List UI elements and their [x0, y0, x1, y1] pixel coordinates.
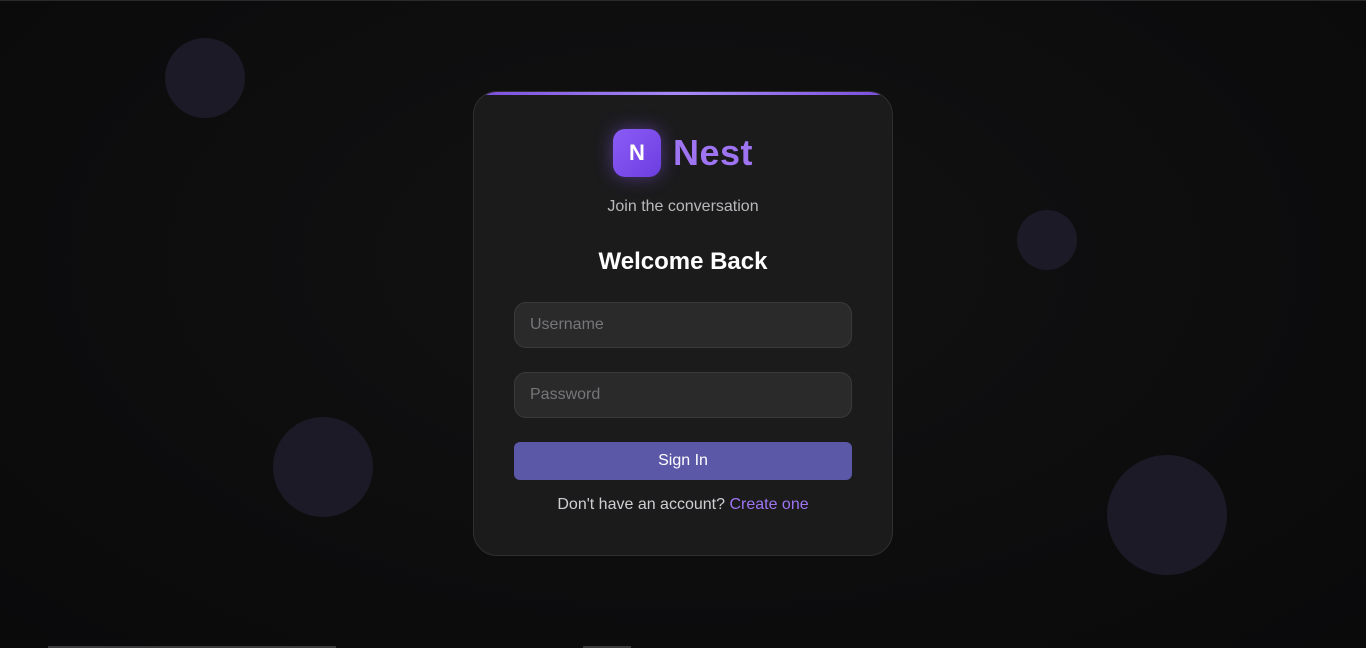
brand-header: N Nest [474, 129, 892, 177]
sign-in-button[interactable]: Sign In [514, 442, 852, 480]
username-input[interactable] [514, 302, 852, 348]
logo-icon: N [612, 129, 661, 177]
decorative-circle [1107, 455, 1227, 575]
decorative-circle [273, 417, 373, 517]
password-input[interactable] [514, 372, 852, 418]
decorative-circle [165, 38, 245, 118]
brand-name: Nest [672, 132, 754, 173]
signup-prompt: Don't have an account? Create one [474, 496, 892, 514]
tagline: Join the conversation [607, 198, 759, 215]
card-accent-bar [474, 92, 892, 95]
page-title: Welcome Back [598, 248, 768, 275]
create-account-link[interactable]: Create one [729, 496, 808, 513]
login-card: N Nest Join the conversation Welcome Bac… [473, 91, 893, 556]
logo-letter: N [629, 140, 645, 165]
decorative-circle [1017, 210, 1077, 270]
page-background: N Nest Join the conversation Welcome Bac… [0, 0, 1366, 648]
signup-prompt-text: Don't have an account? [557, 496, 725, 513]
